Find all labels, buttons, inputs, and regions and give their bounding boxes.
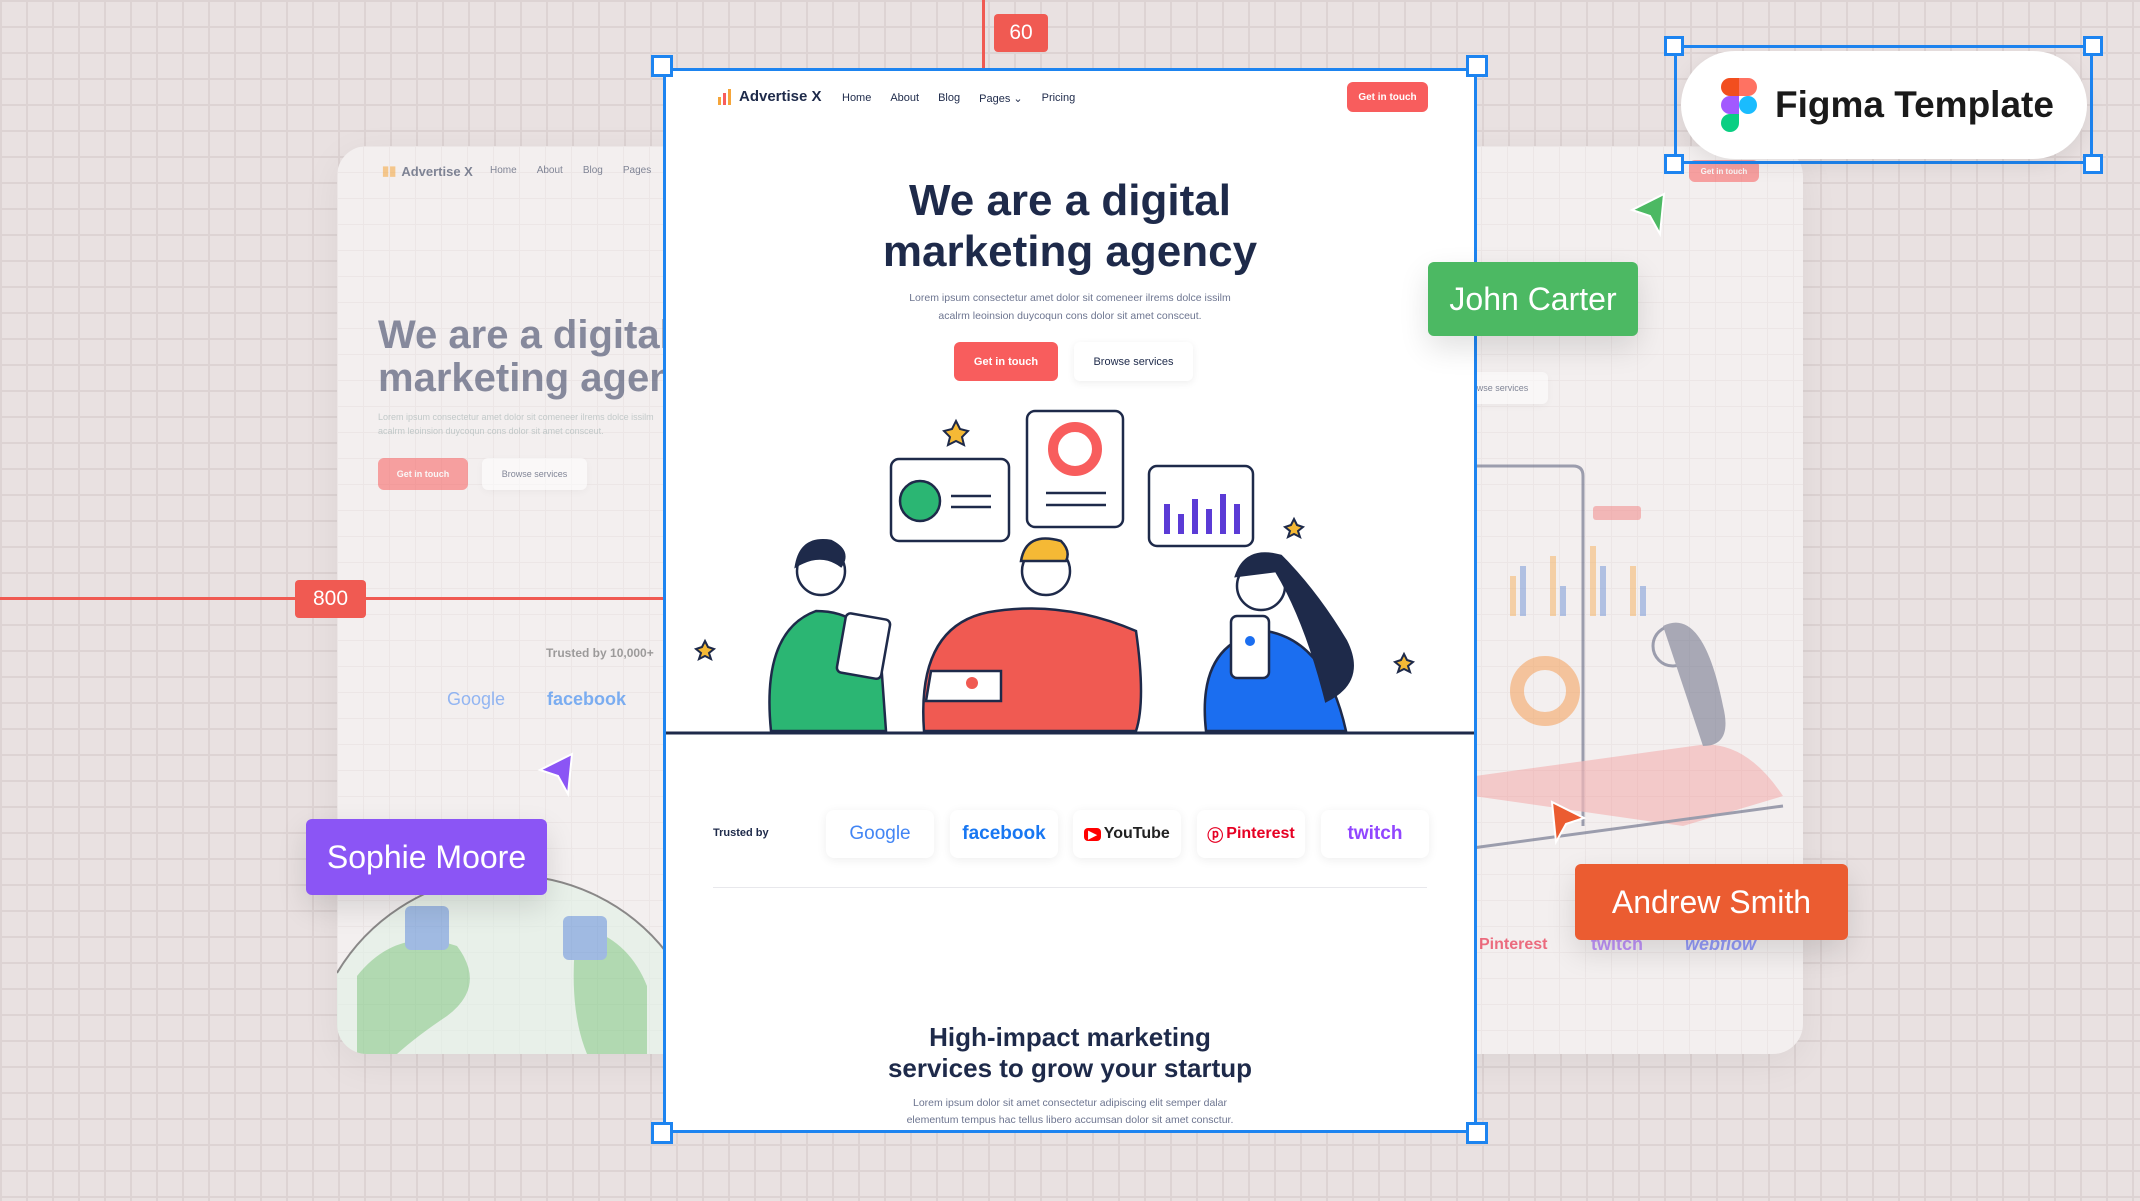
youtube-logo[interactable]: ▶ YouTube xyxy=(1073,810,1181,858)
nav-home[interactable]: Home xyxy=(490,165,517,176)
nav-get-in-touch-button[interactable]: Get in touch xyxy=(1347,82,1428,112)
nav-blog[interactable]: Blog xyxy=(938,92,960,105)
figma-icon xyxy=(1721,78,1757,132)
facebook-logo: facebook xyxy=(547,689,627,709)
google-logo[interactable]: Google xyxy=(826,810,934,858)
bar-chart-icon: ▮▮ xyxy=(382,163,397,178)
hero-title-line: We are a digital xyxy=(909,176,1231,225)
section-divider xyxy=(713,887,1427,888)
cursor-icon-orange xyxy=(1550,800,1587,846)
nav-about[interactable]: About xyxy=(537,165,563,176)
badge-handle[interactable] xyxy=(1664,154,1684,174)
figma-template-badge: Figma Template xyxy=(1681,51,2087,159)
facebook-logo[interactable]: facebook xyxy=(950,810,1058,858)
badge-handle[interactable] xyxy=(1664,36,1684,56)
brand-name: Advertise X xyxy=(739,88,822,105)
resize-handle-top-left[interactable] xyxy=(651,55,673,77)
bar-chart-icon xyxy=(718,88,731,105)
trusted-label: Trusted by 10,000+ xyxy=(546,646,654,660)
trusted-label: Trusted by xyxy=(713,827,769,839)
resize-handle-bottom-right[interactable] xyxy=(1466,1122,1488,1144)
vertical-guide xyxy=(982,0,985,68)
figma-template-label: Figma Template xyxy=(1775,84,2054,125)
badge-handle[interactable] xyxy=(2083,36,2103,56)
get-in-touch-button[interactable]: Get in touch xyxy=(378,458,468,490)
browse-services-button[interactable]: Browse services xyxy=(1074,342,1193,381)
browse-services-button[interactable]: Browse services xyxy=(482,458,587,490)
nav-blog[interactable]: Blog xyxy=(583,165,603,176)
pinterest-logo[interactable]: ⓟ Pinterest xyxy=(1197,810,1305,858)
cursor-icon-purple xyxy=(537,752,574,798)
play-icon: ▶ xyxy=(1084,827,1101,841)
google-logo: Google xyxy=(447,689,506,709)
twitch-logo[interactable]: twitch xyxy=(1321,810,1429,858)
resize-handle-bottom-left[interactable] xyxy=(651,1122,673,1144)
left-ruler-badge: 800 xyxy=(295,580,366,618)
section-text: elementum tempus hac tellus libero accum… xyxy=(906,1114,1234,1126)
brand-logo: ▮▮ Advertise X xyxy=(382,163,473,179)
resize-handle-top-right[interactable] xyxy=(1466,55,1488,77)
cursor-icon-green xyxy=(1629,192,1666,238)
nav-about[interactable]: About xyxy=(890,92,919,105)
badge-handle[interactable] xyxy=(2083,154,2103,174)
hero-text: acalrm leoinsion duycoqun cons dolor sit… xyxy=(378,426,604,436)
hero-text: Lorem ipsum consectetur amet dolor sit c… xyxy=(378,412,654,422)
collaborator-tag-john-carter: John Carter xyxy=(1428,262,1638,336)
collaborator-tag-andrew-smith: Andrew Smith xyxy=(1575,864,1848,940)
collaborator-tag-sophie-moore: Sophie Moore xyxy=(306,819,547,895)
hero-title-line: marketing agency xyxy=(882,227,1258,276)
pinterest-logo: Pinterest xyxy=(1479,936,1548,953)
nav-pages[interactable]: Pages xyxy=(623,165,651,176)
nav-pages[interactable]: Pages ⌄ xyxy=(979,92,1022,105)
figma-template-selection[interactable]: Figma Template xyxy=(1674,45,2093,164)
pinterest-icon: ⓟ xyxy=(1207,828,1224,845)
get-in-touch-button[interactable]: Get in touch xyxy=(954,342,1058,381)
section-title-line: services to grow your startup xyxy=(887,1053,1253,1083)
trusted-by-section: Trusted by Google facebook ▶ YouTube ⓟ Pin… xyxy=(666,766,1474,866)
section-title-line: High-impact marketing xyxy=(929,1022,1211,1052)
brand-logo[interactable]: Advertise X xyxy=(717,88,822,105)
selected-frame[interactable]: Advertise X Home About Blog Pages ⌄ Pric… xyxy=(663,68,1477,1133)
hero-text: Lorem ipsum consectetur amet dolor sit c… xyxy=(909,292,1231,304)
hero-text: acalrm leoinsion duycoqun cons dolor sit… xyxy=(938,310,1202,322)
chevron-down-icon: ⌄ xyxy=(1013,93,1023,105)
hero-illustration xyxy=(666,409,1474,735)
nav-pricing[interactable]: Pricing xyxy=(1042,92,1076,105)
nav-home[interactable]: Home xyxy=(842,92,871,105)
top-ruler-badge: 60 xyxy=(994,14,1048,52)
section-text: Lorem ipsum dolor sit amet consectetur a… xyxy=(913,1097,1227,1109)
